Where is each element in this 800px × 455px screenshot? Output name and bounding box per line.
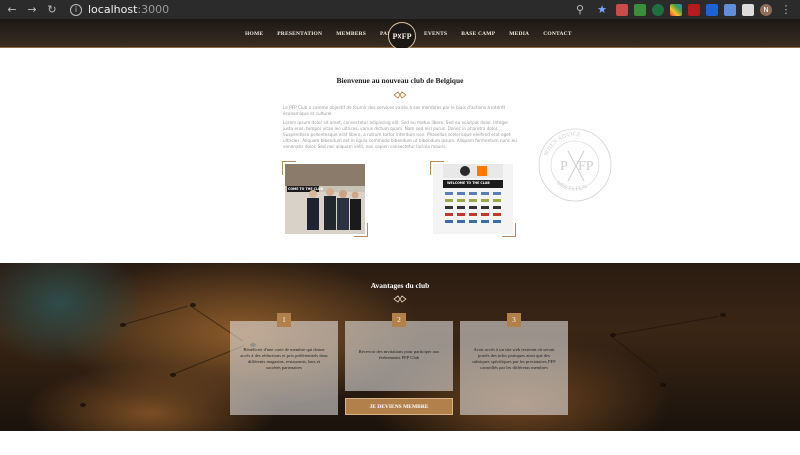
- advantages-title: Avantages du club: [370, 281, 430, 290]
- advantage-text: Bénéficier d'une carte de membre qui don…: [240, 347, 328, 370]
- nav-item-base-camp[interactable]: BASE CAMP: [461, 31, 495, 37]
- frame-corner: [354, 223, 368, 237]
- ornament-icon: [393, 295, 407, 303]
- nav-right: EVENTS BASE CAMP MEDIA CONTACT: [424, 19, 572, 48]
- nav-item-events[interactable]: EVENTS: [424, 31, 447, 37]
- extension-icon[interactable]: [688, 3, 700, 16]
- event-photo-1: COME TO THE CLUB: [282, 161, 368, 237]
- nav-item-members[interactable]: MEMBERS: [336, 31, 366, 37]
- site-logo[interactable]: P☓FP: [388, 22, 416, 50]
- bookmark-star-icon[interactable]: ★: [594, 2, 610, 18]
- advantage-number: 1: [277, 313, 291, 327]
- photo-banner-text: COME TO THE CLUB: [288, 187, 323, 191]
- intro-title: Bienvenue au nouveau club de Belgique: [336, 76, 464, 85]
- sofa-tuft: [80, 403, 86, 407]
- svg-text:FP: FP: [578, 159, 594, 174]
- club-stamp-icon: WHEN ADVICE MEETS FUN P FP: [538, 128, 612, 202]
- nav-item-media[interactable]: MEDIA: [509, 31, 529, 37]
- logo-monogram: P☓FP: [392, 31, 412, 41]
- url-port: :3000: [137, 3, 170, 16]
- advantage-card-2: 2 Recevoir des invitations pour particip…: [345, 313, 453, 391]
- svg-text:MEETS FUN: MEETS FUN: [555, 180, 589, 192]
- become-member-button[interactable]: JE DEVIENS MEMBRE: [345, 398, 453, 415]
- nav-item-contact[interactable]: CONTACT: [543, 31, 572, 37]
- advantage-card-1: 1 Bénéficier d'une carte de membre qui d…: [230, 313, 338, 415]
- advantage-card-3: 3 Avoir accès à un site web restreint où…: [460, 313, 568, 415]
- photo-banner-text: WELCOME TO THE CLUB: [447, 181, 490, 185]
- extension-icon[interactable]: [616, 3, 628, 16]
- page-bottom: [0, 431, 800, 455]
- back-icon[interactable]: ←: [4, 2, 20, 18]
- nav-item-home[interactable]: HOME: [245, 31, 263, 37]
- advantage-number: 3: [507, 313, 521, 327]
- nav-left: HOME PRESENTATION MEMBERS PARTNERS: [245, 19, 411, 48]
- sofa-crease: [609, 315, 719, 336]
- stamp-bottom-text: MEETS FUN: [555, 180, 589, 192]
- address-bar[interactable]: i localhost:3000: [70, 3, 570, 16]
- extension-icon[interactable]: [634, 3, 646, 16]
- extension-icon[interactable]: [670, 3, 682, 16]
- sofa-crease: [609, 335, 658, 373]
- event-photo-2: WELCOME TO THE CLUB: [430, 161, 516, 237]
- ornament-icon: [393, 91, 407, 99]
- frame-corner: [502, 223, 516, 237]
- extension-icon[interactable]: [724, 3, 736, 16]
- advantages-section: Avantages du club 1 Bénéficier d'une car…: [0, 263, 800, 431]
- browser-toolbar: ← → ↻ i localhost:3000 ⚲ ★ N ⋮: [0, 0, 800, 19]
- intro-paragraph-2: Lorem ipsum dolor sit amet, consectetur …: [283, 120, 517, 149]
- intro-section: Bienvenue au nouveau club de Belgique Le…: [0, 48, 800, 263]
- zoom-icon[interactable]: ⚲: [572, 2, 588, 18]
- forward-icon[interactable]: →: [24, 2, 40, 18]
- url-host: localhost: [88, 3, 138, 16]
- advantage-text: Avoir accès à un site web restreint où s…: [472, 347, 556, 370]
- intro-paragraph-1: Le PFP Club a comme objectif de fournir …: [283, 105, 506, 116]
- extension-icon[interactable]: [652, 3, 664, 16]
- event-photo-image: [285, 164, 365, 234]
- reload-icon[interactable]: ↻: [44, 2, 60, 18]
- advantage-text: Recevoir des invitations pour participer…: [358, 349, 440, 360]
- info-icon[interactable]: i: [70, 3, 82, 16]
- mail-icon[interactable]: [742, 3, 754, 16]
- extension-icon[interactable]: [706, 3, 718, 16]
- frame-corner: [430, 161, 444, 175]
- nav-item-presentation[interactable]: PRESENTATION: [277, 31, 322, 37]
- menu-icon[interactable]: ⋮: [778, 2, 794, 18]
- sofa-tuft: [720, 313, 726, 317]
- advantage-number: 2: [392, 313, 406, 327]
- sofa-crease: [119, 305, 188, 326]
- sofa-tuft: [660, 383, 666, 387]
- sponsor-wall-image: [433, 164, 513, 234]
- avatar[interactable]: N: [760, 3, 772, 16]
- frame-corner: [282, 161, 296, 175]
- svg-text:P: P: [560, 159, 568, 174]
